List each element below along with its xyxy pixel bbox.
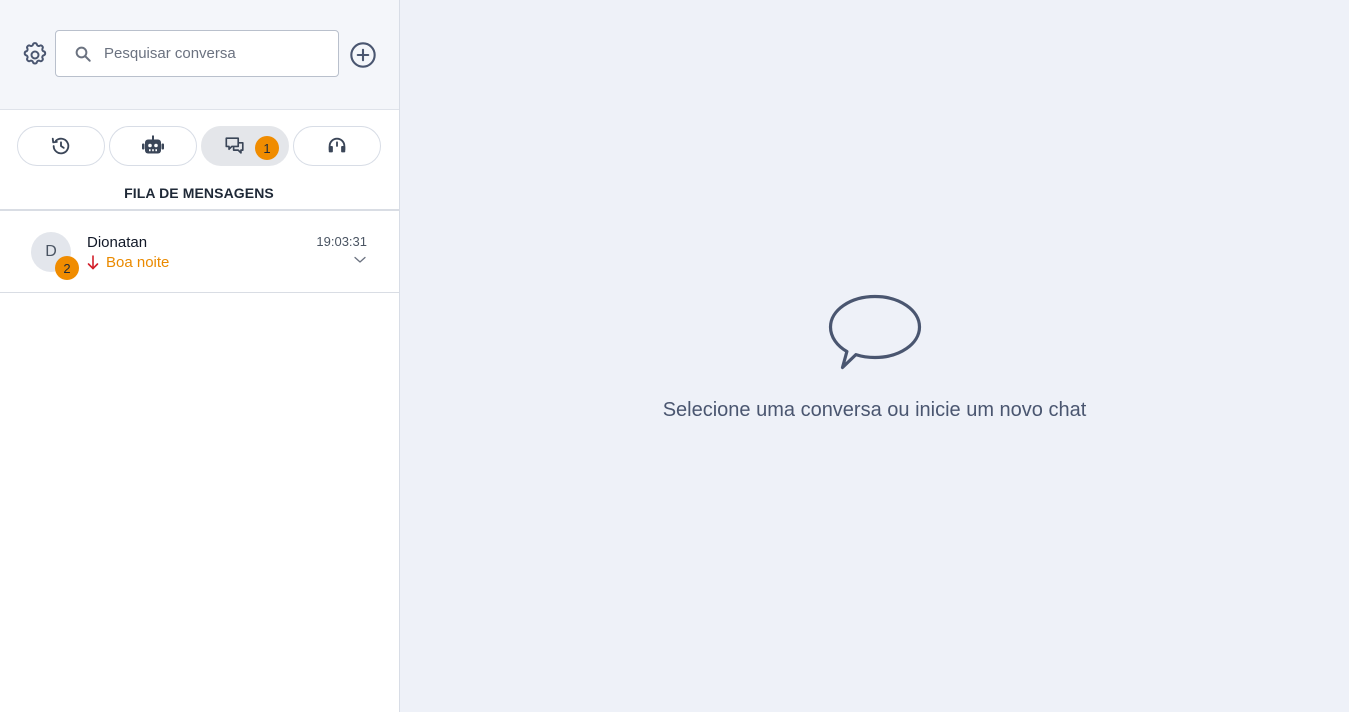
tab-history[interactable] [17,126,105,166]
search-icon [73,44,93,64]
last-message: Boa noite [87,254,169,271]
empty-state-text: Selecione uma conversa ou inicie um novo… [662,399,1087,421]
plus-circle-icon [350,42,376,68]
contact-name: Dionatan [87,234,148,251]
conversation-time: 19:03:31 [316,234,367,249]
tab-queue[interactable]: 1 [201,126,289,166]
chevron-down-icon[interactable] [353,255,367,265]
sidebar: 1 FILA DE MENSAGENS D 2 Dionatan Boa noi… [0,0,400,712]
settings-button[interactable] [20,40,50,70]
chat-bubbles-icon [225,137,244,154]
filter-tabs: 1 [17,126,381,166]
gear-icon [23,42,47,65]
queue-count-badge: 1 [255,136,279,160]
new-chat-button[interactable] [348,40,378,70]
main-panel: Selecione uma conversa ou inicie um novo… [400,0,1349,712]
tab-support[interactable] [293,126,381,166]
sidebar-header [0,0,399,110]
unread-count-badge: 2 [55,256,79,280]
history-icon [51,137,70,155]
section-title: FILA DE MENSAGENS [124,185,274,201]
headset-icon [328,137,346,153]
search-input[interactable] [104,45,324,62]
tab-bot[interactable] [109,126,197,166]
conversation-item[interactable]: D 2 Dionatan Boa noite 19:03:31 [0,211,399,293]
last-message-text: Boa noite [106,254,170,271]
arrow-down-icon [87,255,101,271]
speech-bubble-icon [828,294,922,370]
search-box [55,30,339,77]
robot-icon [142,135,164,154]
